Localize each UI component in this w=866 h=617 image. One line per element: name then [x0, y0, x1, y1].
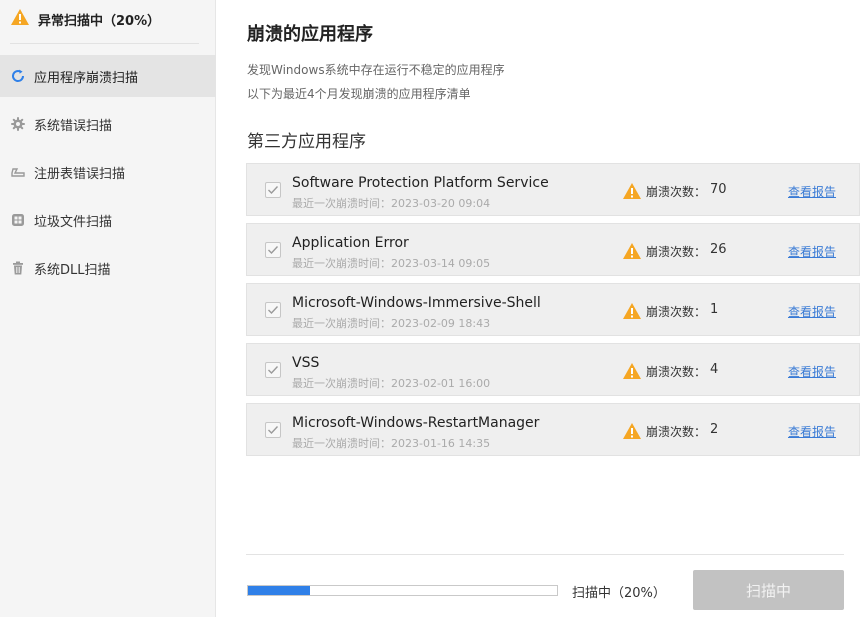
sidebar-item-dll-scan[interactable]: 系统DLL扫描 [0, 247, 216, 289]
footer-divider [246, 554, 844, 555]
row-checkbox[interactable] [265, 362, 281, 378]
app-window: 异常扫描中（20%） 应用程序崩溃扫描 系统错误扫描 注册表错误扫描 垃圾文件扫… [0, 0, 866, 617]
view-report-link[interactable]: 查看报告 [788, 243, 836, 260]
last-crash-time: 最近一次崩溃时间：2023-03-20 09:04 [292, 197, 491, 210]
check-icon [268, 306, 279, 315]
check-icon [268, 186, 279, 195]
sidebar-item-label: 系统错误扫描 [34, 118, 113, 134]
scan-status-text: 异常扫描中（20%） [38, 13, 161, 29]
sidebar-item-label: 注册表错误扫描 [34, 166, 126, 182]
row-checkbox[interactable] [265, 242, 281, 258]
crash-count-label: 崩溃次数： [646, 305, 707, 319]
sidebar-item-junk-file-scan[interactable]: 垃圾文件扫描 [0, 199, 216, 241]
warning-icon [10, 8, 30, 30]
sidebar-divider [10, 43, 199, 44]
scan-button[interactable]: 扫描中 [693, 570, 844, 610]
app-name: Application Error [292, 235, 409, 251]
last-crash-time: 最近一次崩溃时间：2023-02-01 16:00 [292, 377, 491, 390]
crash-count-value: 26 [710, 242, 727, 257]
list-item: VSS 最近一次崩溃时间：2023-02-01 16:00 崩溃次数： 4 查看… [246, 343, 860, 396]
row-checkbox[interactable] [265, 182, 281, 198]
app-name: Microsoft-Windows-Immersive-Shell [292, 295, 541, 311]
warning-icon [622, 302, 642, 324]
check-icon [268, 246, 279, 255]
view-report-link[interactable]: 查看报告 [788, 183, 836, 200]
warning-icon [622, 242, 642, 264]
row-checkbox[interactable] [265, 422, 281, 438]
check-icon [268, 366, 279, 375]
sidebar-item-label: 应用程序崩溃扫描 [34, 70, 139, 86]
trash-icon [10, 260, 26, 276]
gear-icon [10, 116, 26, 132]
scan-progress-text: 扫描中（20%） [572, 586, 666, 601]
section-title: 第三方应用程序 [247, 132, 366, 152]
sidebar-item-label: 系统DLL扫描 [34, 262, 111, 278]
crash-count-label: 崩溃次数： [646, 365, 707, 379]
page-subdescription: 以下为最近4个月发现崩溃的应用程序清单 [247, 87, 471, 101]
list-item: Application Error 最近一次崩溃时间：2023-03-14 09… [246, 223, 860, 276]
page-description: 发现Windows系统中存在运行不稳定的应用程序 [247, 63, 505, 77]
sidebar-item-app-crash-scan[interactable]: 应用程序崩溃扫描 [0, 55, 216, 97]
last-crash-time: 最近一次崩溃时间：2023-03-14 09:05 [292, 257, 491, 270]
refresh-icon [10, 68, 26, 84]
crash-count-label: 崩溃次数： [646, 185, 707, 199]
scan-progress-fill [248, 586, 310, 595]
app-name: VSS [292, 355, 320, 371]
view-report-link[interactable]: 查看报告 [788, 423, 836, 440]
scan-status: 异常扫描中（20%） [10, 8, 160, 30]
crash-count-label: 崩溃次数： [646, 245, 707, 259]
warning-icon [622, 422, 642, 444]
crash-count-value: 2 [710, 422, 719, 437]
scan-progress-bar [247, 585, 558, 596]
warning-icon [622, 362, 642, 384]
sidebar-item-label: 垃圾文件扫描 [34, 214, 113, 230]
crash-count-value: 4 [710, 362, 719, 377]
list-item: Microsoft-Windows-RestartManager 最近一次崩溃时… [246, 403, 860, 456]
last-crash-time: 最近一次崩溃时间：2023-01-16 14:35 [292, 437, 491, 450]
list-item: Microsoft-Windows-Immersive-Shell 最近一次崩溃… [246, 283, 860, 336]
sidebar: 异常扫描中（20%） 应用程序崩溃扫描 系统错误扫描 注册表错误扫描 垃圾文件扫… [0, 0, 216, 617]
crash-count-label: 崩溃次数： [646, 425, 707, 439]
app-name: Software Protection Platform Service [292, 175, 549, 191]
view-report-link[interactable]: 查看报告 [788, 303, 836, 320]
view-report-link[interactable]: 查看报告 [788, 363, 836, 380]
row-checkbox[interactable] [265, 302, 281, 318]
last-crash-time: 最近一次崩溃时间：2023-02-09 18:43 [292, 317, 491, 330]
app-name: Microsoft-Windows-RestartManager [292, 415, 540, 431]
junk-icon [10, 212, 26, 228]
sidebar-item-registry-scan[interactable]: 注册表错误扫描 [0, 151, 216, 193]
crash-count-value: 1 [710, 302, 719, 317]
registry-icon [10, 164, 26, 180]
sidebar-item-system-error-scan[interactable]: 系统错误扫描 [0, 103, 216, 145]
page-title: 崩溃的应用程序 [247, 24, 373, 45]
warning-icon [622, 182, 642, 204]
crash-count-value: 70 [710, 182, 727, 197]
check-icon [268, 426, 279, 435]
list-item: Software Protection Platform Service 最近一… [246, 163, 860, 216]
